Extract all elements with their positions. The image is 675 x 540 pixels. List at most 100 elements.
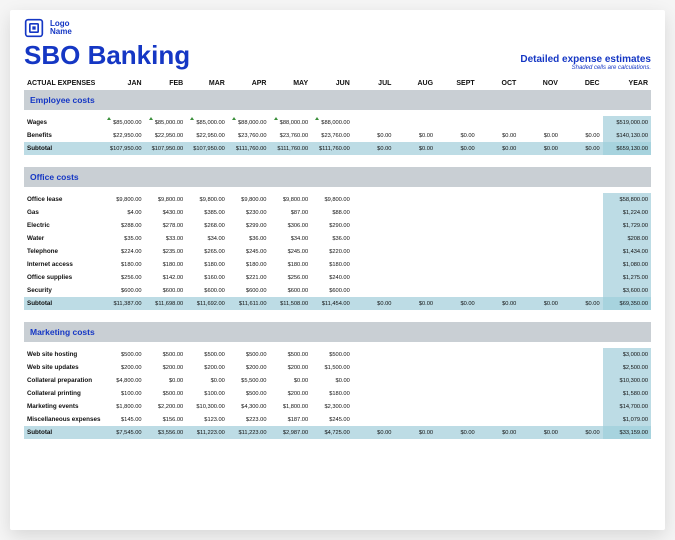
subtotal-cell: $0.00 [478,297,520,310]
cell-month: $180.00 [269,258,311,271]
cell-month: $160.00 [186,271,228,284]
cell-month [561,271,603,284]
subtotal-cell: $0.00 [353,297,395,310]
cell-month [394,348,436,361]
cell-month: $2,200.00 [145,400,187,413]
cell-month [519,219,561,232]
cell-month: $224.00 [103,245,145,258]
row-label: Miscellaneous expenses [24,413,103,426]
subtotal-cell: $0.00 [519,142,561,155]
cell-month: $220.00 [311,245,353,258]
cell-month: $245.00 [228,245,270,258]
subtotal-label: Subtotal [24,142,103,155]
cell-month: $23,760.00 [311,129,353,142]
row-label: Office supplies [24,271,103,284]
cell-month [394,284,436,297]
subtotal-year: $33,159.00 [603,426,651,439]
subtotal-cell: $2,987.00 [269,426,311,439]
cell-month: $235.00 [145,245,187,258]
row-label: Marketing events [24,400,103,413]
cell-month: $500.00 [228,348,270,361]
header-month: OCT [478,77,520,90]
cell-month [478,374,520,387]
cell-year: $3,600.00 [603,284,651,297]
row-label: Electric [24,219,103,232]
table-row: Marketing events $1,800.00 $2,200.00$10,30… [24,400,651,413]
subtotal-cell: $11,698.00 [145,297,187,310]
cell-month: $256.00 [103,271,145,284]
cell-month: $22,950.00 [103,129,145,142]
logo-block: Logo Name [24,18,651,38]
table-row: Telephone$224.00$235.00$265.00$245.00$24… [24,245,651,258]
cell-month [394,374,436,387]
cell-month [519,400,561,413]
cell-month: $0.00 [478,129,520,142]
subtotal-cell: $111,760.00 [269,142,311,155]
cell-year: $1,580.00 [603,387,651,400]
cell-year: $1,275.00 [603,271,651,284]
subtotal-cell: $0.00 [394,142,436,155]
subtotal-cell: $11,454.00 [311,297,353,310]
expense-table: ACTUAL EXPENSES JAN FEB MAR APR MAY JUN … [24,77,651,451]
cell-month [436,400,478,413]
subtotal-cell: $11,223.00 [228,426,270,439]
cell-month [519,258,561,271]
cell-month: $200.00 [269,387,311,400]
cell-month [353,413,395,426]
cell-month [436,284,478,297]
cell-month: $500.00 [145,348,187,361]
cell-month: $180.00 [228,258,270,271]
cell-month [478,348,520,361]
cell-month: $88,000.00 [228,116,270,129]
cell-year: $3,000.00 [603,348,651,361]
cell-month [478,116,520,129]
cell-month: $36.00 [228,232,270,245]
cell-month: $265.00 [186,245,228,258]
header-year: YEAR [603,77,651,90]
cell-month: $1,800.00 [269,400,311,413]
cell-month [478,400,520,413]
cell-month: $230.00 [228,206,270,219]
cell-month [519,361,561,374]
row-label: Web site hosting [24,348,103,361]
cell-month [478,387,520,400]
table-row: Collateral preparation$4,800.00$0.00$0.0… [24,374,651,387]
cell-month [436,116,478,129]
cell-month [436,374,478,387]
cell-month: $500.00 [145,387,187,400]
subtotal-cell: $0.00 [353,142,395,155]
row-label: Internet access [24,258,103,271]
table-row: Office supplies$256.00$142.00$160.00$221… [24,271,651,284]
table-row: Gas$4.00$430.00$385.00$230.00$87.00$88.0… [24,206,651,219]
cell-month [519,232,561,245]
cell-month [561,219,603,232]
cell-month [478,284,520,297]
cell-month: $85,000.00 [186,116,228,129]
cell-month: $85,000.00 [145,116,187,129]
cell-month [353,348,395,361]
section-header: Marketing costs [24,322,651,342]
cell-month [478,258,520,271]
cell-month [436,245,478,258]
cell-month: $9,800.00 [269,193,311,206]
cell-month: $10,300.00 [186,400,228,413]
subtotal-cell: $0.00 [394,297,436,310]
cell-month [519,374,561,387]
cell-month [478,206,520,219]
cell-month [478,245,520,258]
subtitle: Detailed expense estimates [520,54,651,65]
cell-year: $208.00 [603,232,651,245]
cell-month [436,413,478,426]
row-label: Collateral preparation [24,374,103,387]
subtotal-cell: $0.00 [478,142,520,155]
cell-month: $200.00 [228,361,270,374]
row-label: Office lease [24,193,103,206]
cell-year: $10,300.00 [603,374,651,387]
cell-month [561,400,603,413]
header-month: JUL [353,77,395,90]
cell-month: $500.00 [269,348,311,361]
cell-month [561,245,603,258]
cell-month: $88.00 [311,206,353,219]
cell-month: $180.00 [145,258,187,271]
cell-month [353,232,395,245]
